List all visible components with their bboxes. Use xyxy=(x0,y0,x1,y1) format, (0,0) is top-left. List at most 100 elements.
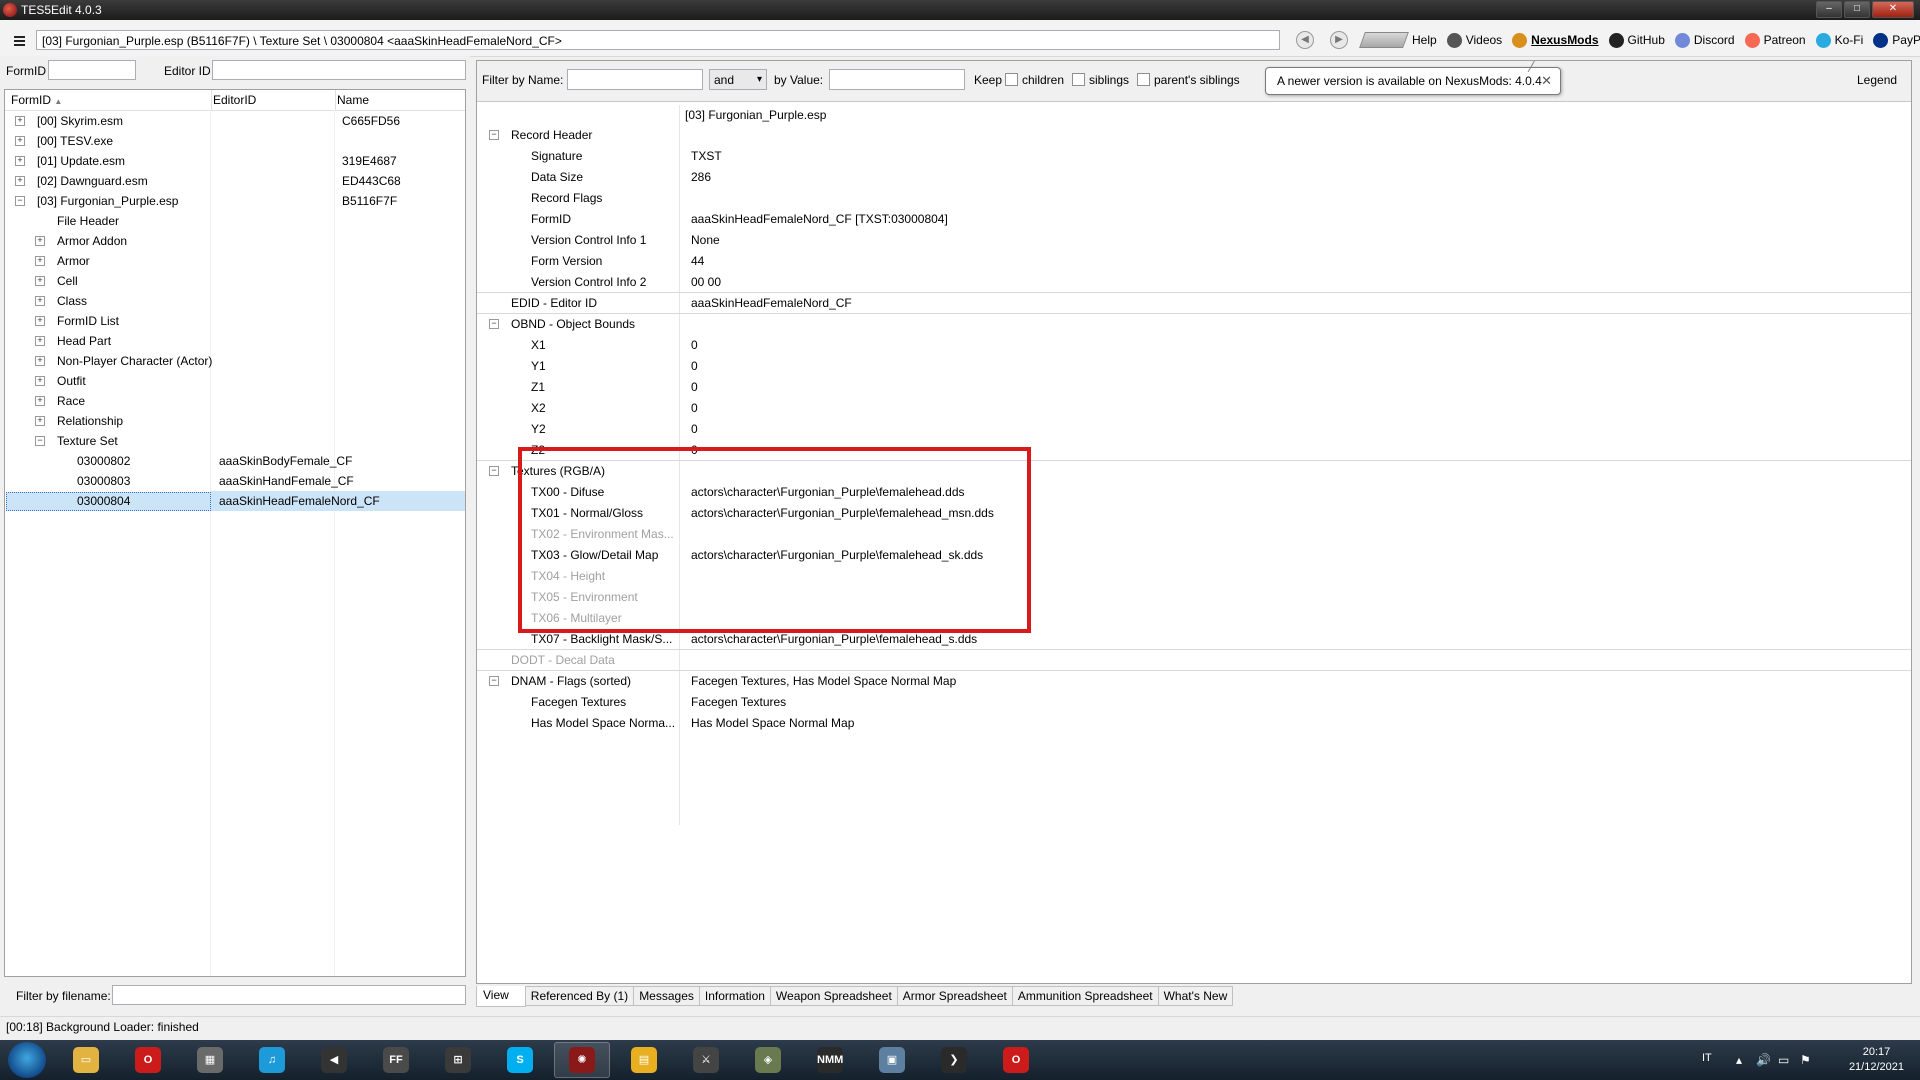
column-editorid[interactable]: EditorID xyxy=(213,93,256,107)
maximize-button[interactable]: □ xyxy=(1844,1,1870,18)
taskbar-app[interactable]: ❯ xyxy=(926,1042,982,1078)
expand-icon[interactable]: + xyxy=(35,276,45,286)
taskbar-app[interactable]: NMM xyxy=(802,1042,858,1078)
field-value[interactable]: 44 xyxy=(691,251,704,271)
legend-button[interactable]: Legend xyxy=(1857,73,1897,87)
tab-messages[interactable]: Messages xyxy=(634,986,700,1006)
close-button[interactable]: ✕ xyxy=(1872,1,1914,18)
network-icon[interactable]: ▭ xyxy=(1778,1053,1789,1067)
expand-icon[interactable]: + xyxy=(35,416,45,426)
expand-icon[interactable]: + xyxy=(15,156,25,166)
expand-icon[interactable]: + xyxy=(35,396,45,406)
record-field-row[interactable]: X2 0 xyxy=(477,398,1911,419)
tree-row[interactable]: 03000802 aaaSkinBodyFemale_CF xyxy=(5,451,465,471)
record-field-row[interactable]: − Textures (RGB/A) xyxy=(477,461,1911,482)
tree-row[interactable]: 03000804 aaaSkinHeadFemaleNord_CF xyxy=(5,491,465,511)
field-value[interactable]: actors\character\Furgonian_Purple\female… xyxy=(691,482,965,502)
field-value[interactable]: actors\character\Furgonian_Purple\female… xyxy=(691,545,983,565)
plugin-tree[interactable]: FormID ▲ EditorID Name + [00] Skyrim.esm C… xyxy=(4,89,466,977)
collapse-icon[interactable]: − xyxy=(489,319,499,329)
taskbar-app[interactable]: ▤ xyxy=(616,1042,672,1078)
forward-icon[interactable]: ▶ xyxy=(1330,31,1348,49)
editorid-search-input[interactable] xyxy=(212,60,466,80)
record-field-row[interactable]: Form Version 44 xyxy=(477,251,1911,272)
record-field-row[interactable]: Z1 0 xyxy=(477,377,1911,398)
field-value[interactable]: TXST xyxy=(691,146,722,166)
tab-ammunition-spreadsheet[interactable]: Ammunition Spreadsheet xyxy=(1012,986,1159,1006)
field-value[interactable]: Has Model Space Normal Map xyxy=(691,713,854,733)
language-indicator[interactable]: IT xyxy=(1702,1052,1712,1064)
update-notification[interactable]: A newer version is available on NexusMod… xyxy=(1265,67,1561,95)
tree-row[interactable]: + [01] Update.esm 319E4687 xyxy=(5,151,465,171)
tree-row[interactable]: 03000803 aaaSkinHandFemale_CF xyxy=(5,471,465,491)
taskbar-app[interactable]: O xyxy=(120,1042,176,1078)
taskbar-app[interactable]: FF xyxy=(368,1042,424,1078)
record-field-row[interactable]: X1 0 xyxy=(477,335,1911,356)
taskbar-app[interactable]: ✺ xyxy=(554,1042,610,1078)
taskbar-app[interactable]: ▦ xyxy=(182,1042,238,1078)
record-field-row[interactable]: TX03 - Glow/Detail Map actors\character\F… xyxy=(477,545,1911,566)
record-field-row[interactable]: Y1 0 xyxy=(477,356,1911,377)
collapse-icon[interactable]: − xyxy=(35,436,45,446)
record-field-row[interactable]: − OBND - Object Bounds xyxy=(477,314,1911,335)
record-field-row[interactable]: Data Size 286 xyxy=(477,167,1911,188)
record-field-row[interactable]: TX05 - Environment xyxy=(477,587,1911,608)
tab-information[interactable]: Information xyxy=(699,986,771,1006)
link-help[interactable]: Help xyxy=(1359,32,1437,48)
link-discord[interactable]: Discord xyxy=(1674,32,1735,48)
record-field-row[interactable]: FormID aaaSkinHeadFemaleNord_CF [TXST:030… xyxy=(477,209,1911,230)
taskbar-app[interactable]: ◀ xyxy=(306,1042,362,1078)
expand-icon[interactable]: + xyxy=(35,336,45,346)
field-value[interactable]: 286 xyxy=(691,167,711,187)
record-field-row[interactable]: Version Control Info 2 00 00 xyxy=(477,272,1911,293)
field-value[interactable]: actors\character\Furgonian_Purple\female… xyxy=(691,629,977,649)
expand-icon[interactable]: + xyxy=(15,176,25,186)
field-value[interactable]: None xyxy=(691,230,720,250)
record-field-row[interactable]: EDID - Editor ID aaaSkinHeadFemaleNord_CF xyxy=(477,293,1911,314)
tab-weapon-spreadsheet[interactable]: Weapon Spreadsheet xyxy=(770,986,898,1006)
taskbar-app[interactable]: S xyxy=(492,1042,548,1078)
tree-row[interactable]: + Armor xyxy=(5,251,465,271)
taskbar-app[interactable]: O xyxy=(988,1042,1044,1078)
filename-filter-input[interactable] xyxy=(112,985,466,1005)
tree-row[interactable]: − [03] Furgonian_Purple.esp B5116F7F xyxy=(5,191,465,211)
keep-parents-siblings-checkbox[interactable]: parent's siblings xyxy=(1137,73,1240,87)
expand-icon[interactable]: + xyxy=(35,236,45,246)
field-value[interactable]: Facegen Textures, Has Model Space Normal… xyxy=(691,671,956,691)
filter-value-input[interactable] xyxy=(829,69,965,90)
collapse-icon[interactable]: − xyxy=(489,130,499,140)
record-field-row[interactable]: TX07 - Backlight Mask/S... actors\charact… xyxy=(477,629,1911,650)
expand-icon[interactable]: + xyxy=(35,256,45,266)
record-field-row[interactable]: Z2 0 xyxy=(477,440,1911,461)
field-value[interactable]: actors\character\Furgonian_Purple\female… xyxy=(691,503,994,523)
record-field-row[interactable]: Has Model Space Norma... Has Model Space … xyxy=(477,713,1911,734)
tree-row[interactable]: − Texture Set xyxy=(5,431,465,451)
expand-icon[interactable]: + xyxy=(35,376,45,386)
record-field-row[interactable]: TX00 - Difuse actors\character\Furgonian_… xyxy=(477,482,1911,503)
collapse-icon[interactable]: − xyxy=(489,676,499,686)
field-value[interactable]: 0 xyxy=(691,419,698,439)
column-formid[interactable]: FormID ▲ xyxy=(11,93,62,107)
hamburger-menu-icon[interactable] xyxy=(14,36,25,48)
taskbar-app[interactable]: ♫ xyxy=(244,1042,300,1078)
taskbar-app[interactable]: ▣ xyxy=(864,1042,920,1078)
expand-icon[interactable]: + xyxy=(15,136,25,146)
field-value[interactable]: 0 xyxy=(691,356,698,376)
record-field-row[interactable]: − DNAM - Flags (sorted) Facegen Textures, … xyxy=(477,671,1911,692)
collapse-icon[interactable]: − xyxy=(489,466,499,476)
close-notification-icon[interactable]: ✕ xyxy=(1541,68,1552,94)
clock[interactable]: 20:17 21/12/2021 xyxy=(1849,1045,1904,1075)
taskbar-app[interactable]: ⚔ xyxy=(678,1042,734,1078)
tree-row[interactable]: + [02] Dawnguard.esm ED443C68 xyxy=(5,171,465,191)
link-patreon[interactable]: Patreon xyxy=(1744,32,1806,48)
back-icon[interactable]: ◀ xyxy=(1296,31,1314,49)
keep-siblings-checkbox[interactable]: siblings xyxy=(1072,73,1129,87)
field-value[interactable]: 0 xyxy=(691,335,698,355)
record-field-row[interactable]: Record Flags xyxy=(477,188,1911,209)
tree-row[interactable]: + Outfit xyxy=(5,371,465,391)
show-hidden-icons-icon[interactable]: ▴ xyxy=(1736,1053,1742,1067)
formid-search-input[interactable] xyxy=(48,60,136,80)
field-value[interactable]: 0 xyxy=(691,440,698,460)
link-videos[interactable]: Videos xyxy=(1446,32,1502,48)
link-github[interactable]: GitHub xyxy=(1608,32,1665,48)
